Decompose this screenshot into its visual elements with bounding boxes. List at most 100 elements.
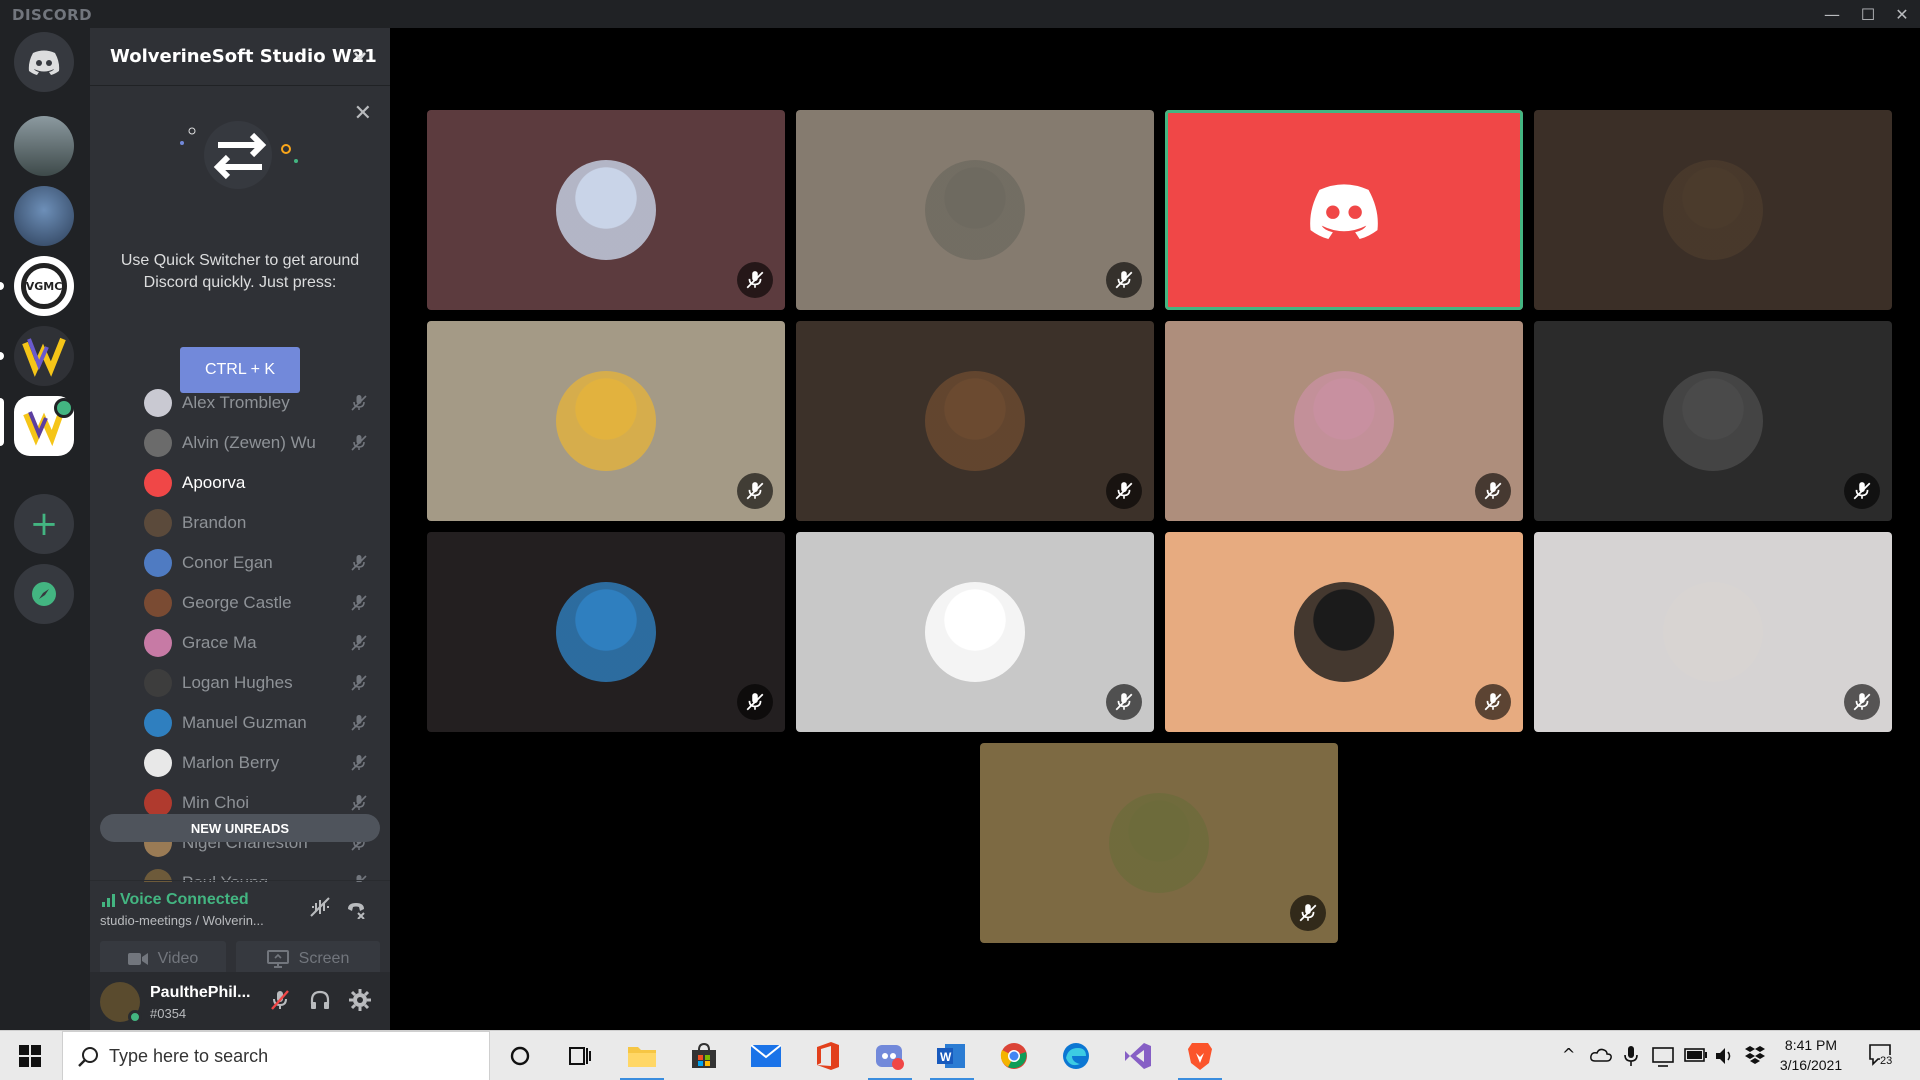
user-panel: PaulthePhil... #0354 [90,972,390,1030]
avatar [144,589,172,617]
member-name: Conor Egan [182,553,273,572]
participant-tile[interactable] [1534,321,1892,521]
participant-tile[interactable] [796,110,1154,310]
system-clock[interactable]: 8:41 PM 3/16/2021 [1766,1035,1856,1075]
dropbox-icon[interactable] [1744,1045,1766,1069]
member-name: Grace Ma [182,633,257,652]
avatar [925,371,1025,471]
home-button[interactable] [14,32,74,92]
minimize-button[interactable]: — [1814,0,1850,28]
member-item[interactable]: Brandon [144,506,384,540]
avatar [144,789,172,817]
quick-switcher-tip: ✕ Use Quick Switcher to get around Disco… [90,87,390,393]
participant-tile[interactable] [427,321,785,521]
participant-tile[interactable] [980,743,1338,943]
server-icon-vgmc[interactable]: VGMC [14,256,74,316]
mail-button[interactable] [736,1031,796,1080]
brave-button[interactable] [1170,1031,1230,1080]
muted-microphone-icon [350,554,368,576]
member-name: George Castle [182,593,292,612]
avatar [144,709,172,737]
voice-channel-name[interactable]: studio-meetings / Wolverin... [100,913,264,928]
server-icon-2[interactable] [14,186,74,246]
member-item[interactable]: Manuel Guzman [144,706,384,740]
member-item[interactable]: Marlon Berry [144,746,384,780]
word-button[interactable]: W [922,1031,982,1080]
avatar [144,549,172,577]
participant-tile[interactable] [796,321,1154,521]
battery-icon[interactable] [1684,1047,1708,1066]
mute-microphone-icon[interactable] [268,988,292,1016]
quick-switcher-line-1: Use Quick Switcher to get around [120,252,360,269]
store-button[interactable] [674,1031,734,1080]
username[interactable]: PaulthePhil... [150,984,250,1002]
settings-gear-icon[interactable] [348,988,372,1016]
discord-default-avatar-icon [1306,181,1382,243]
add-server-button[interactable]: + [14,494,74,554]
maximize-button[interactable]: ☐ [1850,0,1886,28]
muted-microphone-icon [737,262,773,298]
participant-tile[interactable] [427,532,785,732]
participant-tile[interactable] [1165,532,1523,732]
discord-app-icon [876,1045,904,1070]
explore-servers-button[interactable] [14,564,74,624]
muted-microphone-icon [350,634,368,656]
folder-icon [628,1047,656,1067]
start-button[interactable] [0,1031,60,1080]
server-name: WolverineSoft Studio W21 [110,46,377,67]
noise-suppression-icon[interactable] [308,895,332,923]
cortana-button[interactable] [490,1031,550,1080]
close-window-button[interactable]: ✕ [1884,0,1920,28]
member-item[interactable]: Grace Ma [144,626,384,660]
member-item[interactable]: Apoorva [144,466,384,500]
server-icon-1[interactable] [14,116,74,176]
quick-switcher-illustration-icon [180,121,298,189]
participant-tile[interactable] [1165,321,1523,521]
edge-button[interactable] [1046,1031,1106,1080]
unread-indicator-2 [0,352,4,360]
participant-tile[interactable] [427,110,785,310]
participant-tile[interactable] [796,532,1154,732]
headphones-icon[interactable] [308,988,332,1016]
disconnect-icon[interactable] [344,895,368,923]
participant-tile[interactable] [1534,532,1892,732]
new-unreads-pill[interactable]: NEW UNREADS [100,814,380,842]
member-item[interactable]: Conor Egan [144,546,384,580]
visual-studio-button[interactable] [1108,1031,1168,1080]
volume-icon[interactable] [1714,1045,1736,1071]
chevron-up-icon[interactable]: ^ [1562,1045,1575,1064]
chrome-button[interactable] [984,1031,1044,1080]
voice-member-list: Alex Trombley Alvin (Zewen) Wu Apoorva Bran… [90,382,390,882]
close-icon[interactable]: ✕ [354,101,372,126]
task-view-button[interactable] [550,1031,610,1080]
member-name: Alvin (Zewen) Wu [182,433,316,452]
muted-microphone-icon [1475,684,1511,720]
member-item[interactable]: Alex Trombley [144,386,384,420]
discord-taskbar-button[interactable] [860,1031,920,1080]
network-icon[interactable] [1652,1045,1674,1071]
participant-tile[interactable] [1165,110,1523,310]
screen-label: Screen [298,950,350,967]
app-brand: DISCORD [12,6,93,24]
word-logo-icon: W [937,1044,965,1068]
muted-microphone-icon [1844,684,1880,720]
server-header[interactable]: WolverineSoft Studio W21 [90,28,390,86]
avatar [556,160,656,260]
onedrive-cloud-icon[interactable] [1590,1047,1612,1066]
server-icon-ws[interactable] [14,326,74,386]
member-item[interactable]: George Castle [144,586,384,620]
voice-status[interactable]: Voice Connected [120,891,249,909]
taskbar-search[interactable]: Type here to search [62,1031,490,1080]
title-bar: DISCORD — ☐ ✕ [0,0,1920,28]
member-item[interactable]: Alvin (Zewen) Wu [144,426,384,460]
mail-envelope-icon [751,1045,781,1067]
muted-microphone-icon [350,394,368,416]
participant-tile[interactable] [1534,110,1892,310]
office-button[interactable] [798,1031,858,1080]
member-item[interactable]: Logan Hughes [144,666,384,700]
search-icon [78,1047,98,1067]
microphone-icon[interactable] [1624,1045,1638,1071]
brave-lion-icon [1188,1043,1212,1070]
avatar [925,160,1025,260]
file-explorer-button[interactable] [612,1031,672,1080]
